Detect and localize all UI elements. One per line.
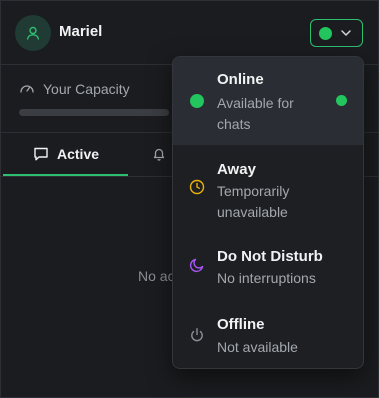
status-dot-icon bbox=[319, 26, 332, 40]
status-option-online[interactable]: Online Available for chats bbox=[173, 57, 363, 145]
status-toggle-button[interactable] bbox=[310, 19, 363, 47]
empty-state-text: No ac bbox=[138, 268, 175, 284]
online-dot-icon bbox=[190, 94, 204, 108]
capacity-progress-bar bbox=[19, 109, 169, 116]
status-option-desc: No interruptions bbox=[217, 270, 316, 286]
chevron-down-icon bbox=[341, 30, 351, 36]
moon-icon bbox=[189, 258, 204, 273]
status-option-offline[interactable]: Offline Not available bbox=[173, 299, 363, 368]
status-option-dnd[interactable]: Do Not Disturb No interruptions bbox=[173, 233, 363, 299]
bell-icon[interactable] bbox=[151, 146, 167, 162]
user-icon bbox=[26, 26, 40, 40]
status-dropdown-menu: Online Available for chats Away Temporar… bbox=[172, 56, 364, 369]
chat-bubble-icon bbox=[34, 147, 48, 160]
username: Mariel bbox=[59, 23, 103, 40]
status-option-desc: Not available bbox=[217, 339, 298, 355]
power-icon bbox=[191, 328, 203, 342]
avatar[interactable] bbox=[15, 15, 51, 51]
status-option-title: Online bbox=[217, 71, 264, 88]
selected-indicator-icon bbox=[336, 95, 347, 106]
status-option-desc: Temporarily unavailable bbox=[217, 183, 290, 220]
status-option-title: Away bbox=[217, 161, 256, 178]
tab-active[interactable]: Active bbox=[3, 133, 128, 176]
gauge-icon bbox=[20, 85, 34, 93]
status-option-away[interactable]: Away Temporarily unavailable bbox=[173, 145, 363, 233]
status-option-title: Do Not Disturb bbox=[217, 248, 323, 265]
capacity-label: Your Capacity bbox=[43, 81, 130, 97]
status-option-title: Offline bbox=[217, 316, 265, 333]
status-option-desc: Available for chats bbox=[217, 95, 294, 132]
tab-active-label: Active bbox=[57, 145, 100, 162]
clock-icon bbox=[189, 179, 205, 195]
